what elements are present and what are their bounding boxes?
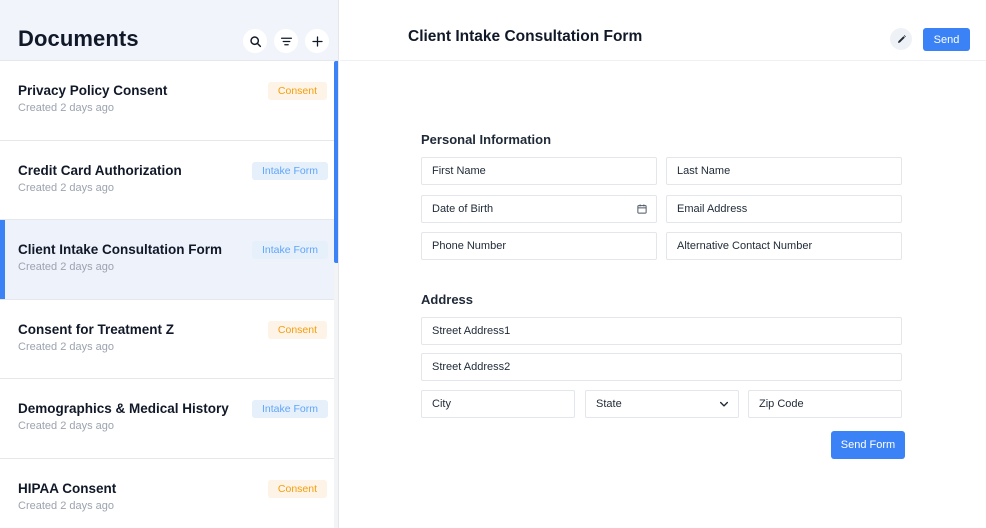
document-item-credit-card-authorization[interactable]: Credit Card Authorization Created 2 days… xyxy=(0,140,338,221)
document-type-badge: Consent xyxy=(267,320,327,339)
document-item-demographics-medical-history[interactable]: Demographics & Medical History Created 2… xyxy=(0,379,338,459)
date-of-birth-label: Date of Birth xyxy=(432,203,494,215)
document-item-consent-for-treatment-z[interactable]: Consent for Treatment Z Created 2 days a… xyxy=(0,299,338,380)
form-title: Client Intake Consultation Form xyxy=(408,28,643,45)
city-field[interactable]: City xyxy=(421,390,575,418)
document-title: Client Intake Consultation Form xyxy=(18,242,223,258)
document-type-badge: Intake Form xyxy=(251,400,328,419)
document-type-badge: Consent xyxy=(267,479,327,498)
send-button[interactable]: Send xyxy=(923,28,970,51)
street-address2-field[interactable]: Street Address2 xyxy=(421,353,902,381)
document-list-scrollbar[interactable] xyxy=(334,61,338,528)
calendar-icon[interactable] xyxy=(636,203,648,215)
documents-sidebar: Documents Privacy Policy Consent Created xyxy=(0,0,339,528)
state-select[interactable]: State xyxy=(585,390,739,418)
document-created: Created 2 days ago xyxy=(18,181,115,194)
zip-code-field[interactable]: Zip Code xyxy=(748,390,902,418)
document-title: Credit Card Authorization xyxy=(18,162,182,178)
send-form-button[interactable]: Send Form xyxy=(831,431,905,459)
add-document-button[interactable] xyxy=(305,29,329,53)
document-created: Created 2 days ago xyxy=(18,261,115,274)
sidebar-title: Documents xyxy=(18,26,139,51)
email-field[interactable]: Email Address xyxy=(666,195,902,223)
edit-button[interactable] xyxy=(890,28,912,50)
plus-icon xyxy=(311,35,323,47)
document-type-badge: Consent xyxy=(267,82,327,100)
pencil-icon xyxy=(897,34,906,43)
personal-information-heading: Personal Information xyxy=(421,132,552,147)
document-type-badge: Intake Form xyxy=(251,161,328,180)
document-item-hipaa-consent[interactable]: HIPAA Consent Created 2 days ago Consent xyxy=(0,458,338,528)
document-title: HIPAA Consent xyxy=(18,480,117,496)
form-editor: Client Intake Consultation Form Send Per… xyxy=(340,0,986,528)
document-title: Consent for Treatment Z xyxy=(18,321,175,337)
document-title: Demographics & Medical History xyxy=(18,401,229,417)
search-button[interactable] xyxy=(243,29,267,53)
alternative-contact-field[interactable]: Alternative Contact Number xyxy=(666,232,902,260)
state-select-label: State xyxy=(596,398,622,410)
document-created: Created 2 days ago xyxy=(18,499,115,512)
chevron-down-icon xyxy=(719,401,729,407)
first-name-field[interactable]: First Name xyxy=(421,157,657,185)
last-name-field[interactable]: Last Name xyxy=(666,157,902,185)
document-type-badge: Intake Form xyxy=(251,241,328,260)
address-heading: Address xyxy=(421,292,474,307)
phone-number-field[interactable]: Phone Number xyxy=(421,232,657,260)
document-item-client-intake-consultation-form[interactable]: Client Intake Consultation Form Created … xyxy=(0,220,338,300)
document-created: Created 2 days ago xyxy=(18,420,115,433)
sidebar-header: Documents xyxy=(0,0,338,61)
scrollbar-thumb[interactable] xyxy=(334,61,338,263)
document-created: Created 2 days ago xyxy=(18,102,115,114)
document-list: Privacy Policy Consent Created 2 days ag… xyxy=(0,61,338,528)
date-of-birth-field[interactable]: Date of Birth xyxy=(421,195,657,223)
street-address1-field[interactable]: Street Address1 xyxy=(421,317,902,345)
filter-button[interactable] xyxy=(274,29,298,53)
document-created: Created 2 days ago xyxy=(18,340,115,353)
form-header: Client Intake Consultation Form Send xyxy=(340,0,986,61)
document-title: Privacy Policy Consent xyxy=(18,83,168,98)
filter-icon xyxy=(280,37,292,45)
search-icon xyxy=(249,35,261,47)
document-item-privacy-policy-consent[interactable]: Privacy Policy Consent Created 2 days ag… xyxy=(0,61,338,141)
